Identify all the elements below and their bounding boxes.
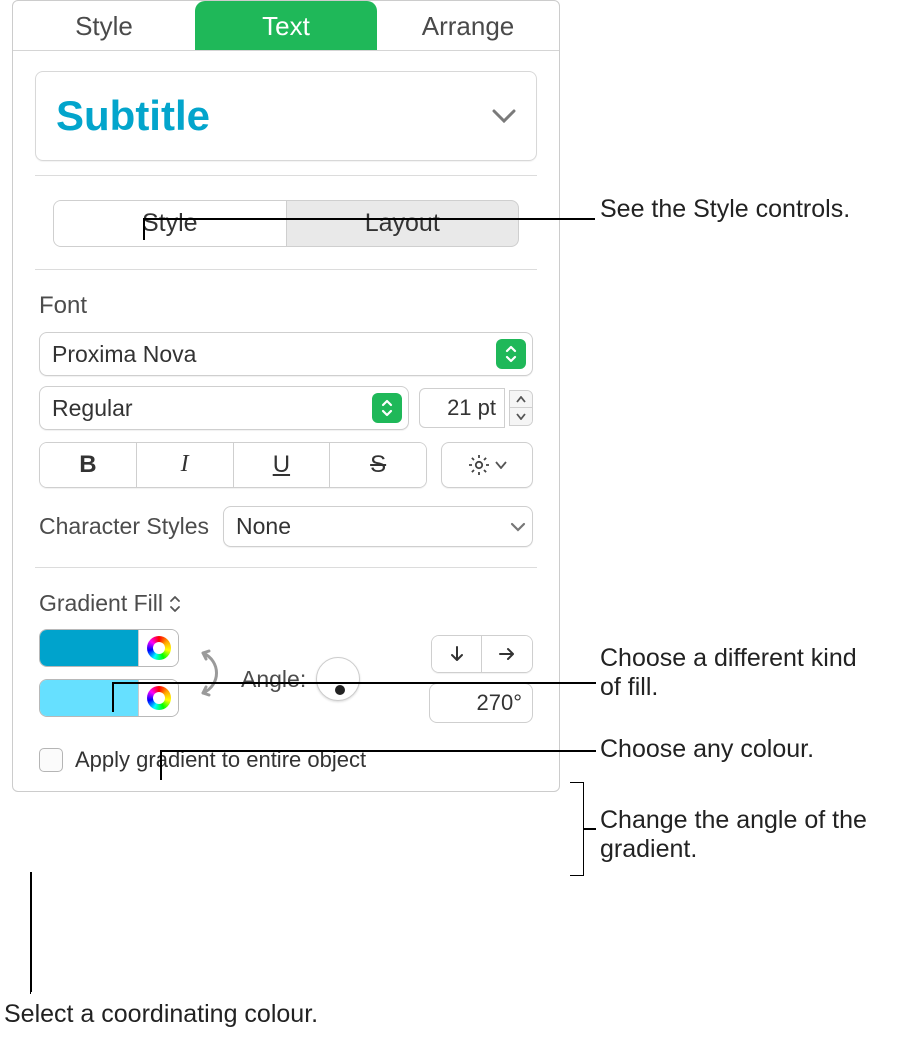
font-family-select[interactable]: Proxima Nova — [39, 332, 533, 376]
strike-button[interactable]: S — [330, 443, 426, 487]
color-wheel-icon — [147, 636, 171, 660]
format-panel: Style Text Arrange Subtitle Style Layout… — [12, 0, 560, 792]
updown-icon — [169, 595, 181, 613]
font-size-input[interactable]: 21 pt — [419, 388, 505, 428]
font-size-stepper: 21 pt — [419, 386, 533, 430]
callout-angle: Change the angle of the gradient. — [600, 806, 880, 864]
angle-input[interactable]: 270° — [429, 683, 533, 723]
tab-text[interactable]: Text — [195, 1, 377, 50]
color-picker-1[interactable] — [138, 630, 178, 666]
paragraph-style-dropdown[interactable]: Subtitle — [35, 71, 537, 161]
color-well-2[interactable] — [40, 680, 138, 716]
bold-button[interactable]: B — [40, 443, 137, 487]
callout-coord-colour: Select a coordinating colour. — [4, 1000, 318, 1029]
fill-type-select[interactable]: Gradient Fill — [39, 590, 533, 617]
updown-icon — [496, 339, 526, 369]
tab-arrange[interactable]: Arrange — [377, 1, 559, 50]
swap-colors-button[interactable] — [193, 643, 227, 709]
callout-fill-kind: Choose a different kind of fill. — [600, 644, 860, 702]
arrow-right-icon — [498, 645, 516, 663]
gradient-color-2 — [39, 679, 179, 717]
character-styles-select[interactable]: None — [223, 506, 533, 547]
segment-layout[interactable]: Layout — [287, 201, 519, 246]
italic-button[interactable]: I — [137, 443, 234, 487]
font-section-label: Font — [39, 292, 533, 320]
angle-right-button[interactable] — [482, 636, 532, 672]
callout-style-controls: See the Style controls. — [600, 195, 850, 224]
paragraph-style-value: Subtitle — [56, 92, 210, 140]
chevron-down-icon — [492, 109, 516, 123]
angle-label: Angle: — [241, 666, 306, 693]
style-layout-segment: Style Layout — [53, 200, 519, 247]
apply-entire-checkbox[interactable] — [39, 748, 63, 772]
arrow-down-icon — [448, 645, 466, 663]
updown-icon — [372, 393, 402, 423]
font-size-up[interactable] — [510, 391, 532, 408]
font-size-down[interactable] — [510, 408, 532, 425]
advanced-options-button[interactable] — [441, 442, 533, 488]
tab-style[interactable]: Style — [13, 1, 195, 50]
gradient-color-1 — [39, 629, 179, 667]
chevron-down-icon — [510, 522, 526, 532]
font-family-value: Proxima Nova — [52, 341, 196, 368]
color-well-1[interactable] — [40, 630, 138, 666]
segment-style[interactable]: Style — [54, 201, 287, 246]
color-wheel-icon — [147, 686, 171, 710]
angle-indicator-icon — [335, 685, 345, 695]
underline-button[interactable]: U — [234, 443, 331, 487]
top-tabs: Style Text Arrange — [13, 1, 559, 51]
chevron-down-icon — [495, 461, 507, 469]
angle-knob[interactable] — [316, 657, 360, 701]
text-style-group: B I U S — [39, 442, 427, 488]
gear-icon — [467, 453, 491, 477]
character-styles-value: None — [236, 513, 291, 540]
font-weight-select[interactable]: Regular — [39, 386, 409, 430]
callout-any-colour: Choose any colour. — [600, 735, 814, 764]
angle-down-button[interactable] — [432, 636, 482, 672]
character-styles-label: Character Styles — [39, 513, 209, 540]
font-weight-value: Regular — [52, 395, 133, 422]
color-picker-2[interactable] — [138, 680, 178, 716]
fill-type-value: Gradient Fill — [39, 590, 163, 617]
